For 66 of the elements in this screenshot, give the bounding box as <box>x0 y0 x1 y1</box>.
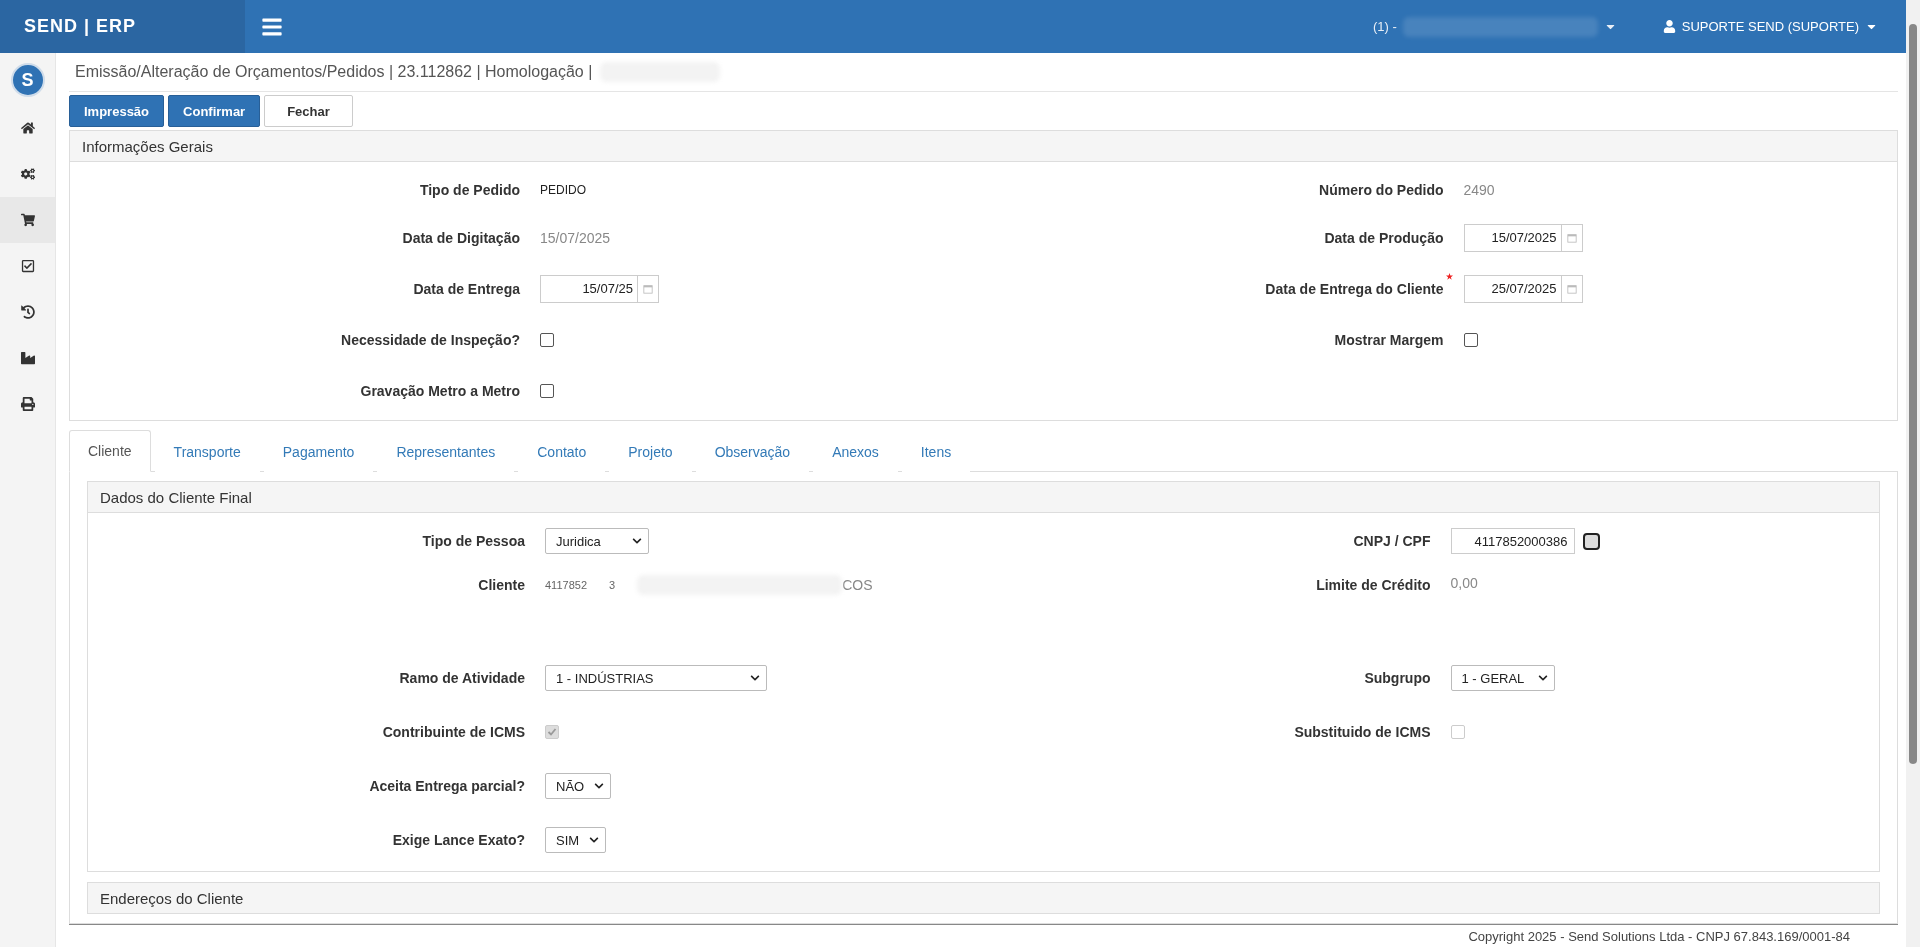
date-field[interactable]: 15/07/2025 <box>1463 223 1561 252</box>
field-label: Necessidade de Inspeção? <box>341 331 520 348</box>
field-label: Subgrupo <box>1364 670 1431 686</box>
sidebar-item[interactable] <box>0 197 55 243</box>
dropdown[interactable]: 1 - INDÚSTRIAS <box>545 665 767 691</box>
history-icon <box>20 305 35 319</box>
action-button[interactable]: Confirmar <box>168 95 261 127</box>
home-icon <box>20 121 35 135</box>
search-button[interactable] <box>1582 532 1600 550</box>
dropdown[interactable]: 1 - GERAL <box>1450 665 1555 691</box>
field-label: CNPJ / CPF <box>1353 533 1431 549</box>
checkbox[interactable] <box>540 332 554 347</box>
chevron-icon <box>1537 673 1548 683</box>
brand-logo: SEND | ERP <box>0 0 245 53</box>
user-menu[interactable]: SUPORTE SEND (SUPORTE) <box>1656 18 1884 35</box>
chevron-icon <box>750 673 760 683</box>
page-title: Emissão/Alteração de Orçamentos/Pedidos | 23.112862 | Homologação | <box>75 63 593 81</box>
app-logo: S <box>10 63 45 97</box>
field-label: Data de Entrega <box>413 280 520 297</box>
chevron-icon <box>594 781 605 791</box>
panel-title: Dados do Cliente Final <box>88 482 1879 513</box>
field-label: Data de Produção <box>1324 229 1444 246</box>
user-icon <box>1662 20 1676 33</box>
checkbox-icon <box>20 259 35 273</box>
panel-title: Informações Gerais <box>70 131 1897 162</box>
field-label: Cliente <box>478 577 525 593</box>
chevron-icon <box>632 536 642 546</box>
field-value: PEDIDO <box>540 183 586 197</box>
field-value: 2490 <box>1463 182 1495 198</box>
cart-icon <box>20 213 35 227</box>
client-name: COS <box>842 577 873 593</box>
field-label: Limite de Crédito <box>1316 577 1431 593</box>
field-label: Exige Lance Exato? <box>392 832 525 848</box>
checkbox[interactable] <box>1463 332 1478 347</box>
chevron-icon <box>589 835 600 845</box>
field-label: Tipo de Pedido <box>419 182 520 198</box>
cnpj-field[interactable]: 4117852000386 <box>1450 528 1575 554</box>
date-field[interactable]: 25/07/2025 <box>1463 274 1561 303</box>
action-button[interactable]: Impressão <box>69 95 165 127</box>
gears-icon <box>20 167 35 181</box>
field-label: Aceita Entrega parcial? <box>369 778 525 794</box>
field-label: Número do Pedido <box>1319 182 1444 198</box>
copyright-text: Copyright 2025 - Send Solutions Ltda - CNPJ 67.843.169/0001-84 <box>1468 928 1850 944</box>
printer-icon <box>20 397 35 411</box>
checkbox[interactable] <box>540 383 554 398</box>
scrollbar[interactable] <box>1906 0 1920 947</box>
field-label: Substituido de ICMS <box>1294 724 1431 740</box>
tab[interactable]: Cliente <box>69 430 151 472</box>
dropdown[interactable]: SIM <box>545 827 607 853</box>
field-label: Data de Entrega do Cliente <box>1265 280 1444 297</box>
field-label: Gravação Metro a Metro <box>360 382 520 399</box>
field-label: Mostrar Margem <box>1334 331 1444 348</box>
client-code: 4117852 <box>545 579 587 591</box>
dropdown[interactable]: NÃO <box>545 773 612 799</box>
field-value: 0,00 <box>1450 575 1478 591</box>
factory-icon <box>20 351 35 365</box>
field-label: Data de Digitação <box>402 229 520 246</box>
field-value: 15/07/2025 <box>540 229 611 246</box>
field-label: Tipo de Pessoa <box>422 533 525 549</box>
panel-title: Endereços do Cliente <box>88 883 1879 914</box>
action-button[interactable]: Fechar <box>264 95 353 127</box>
date-field[interactable]: 15/07/25 <box>540 274 637 303</box>
field-label: Ramo de Atividade <box>399 670 525 686</box>
dropdown[interactable]: Juridica <box>545 528 649 554</box>
client-number: 3 <box>609 579 616 591</box>
field-label: Contribuinte de ICMS <box>382 724 525 740</box>
